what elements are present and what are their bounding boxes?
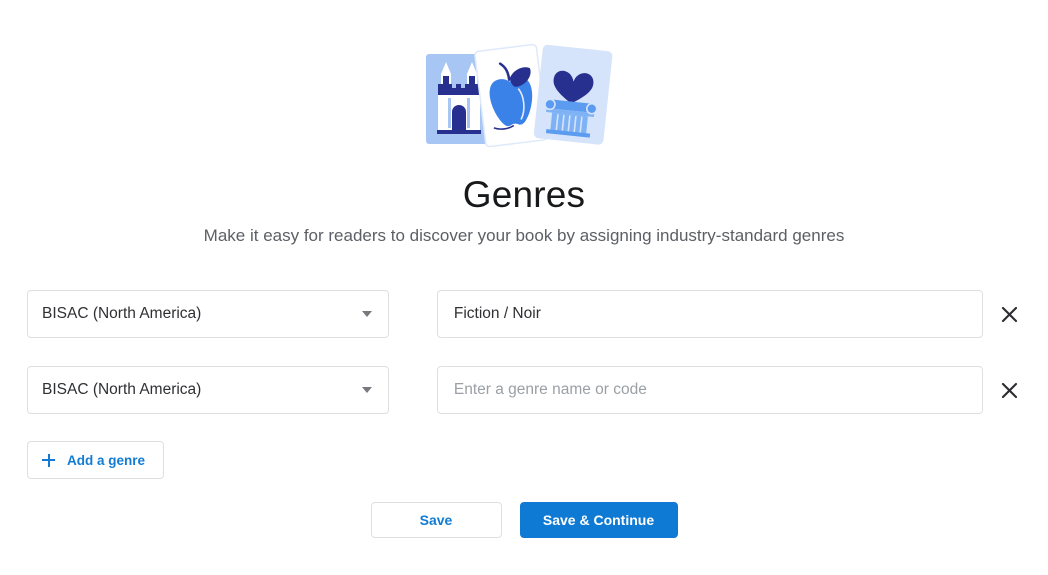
remove-genre-button-2[interactable] (996, 377, 1022, 403)
chevron-down-icon (361, 387, 372, 393)
close-icon (1001, 306, 1017, 322)
save-and-continue-button[interactable]: Save & Continue (519, 502, 678, 538)
genres-page: Genres Make it easy for readers to disco… (0, 0, 1048, 575)
page-subtitle: Make it easy for readers to discover you… (203, 226, 845, 245)
genre-cards-illustration (0, 34, 1048, 154)
genre-input-wrap-1[interactable] (436, 290, 984, 338)
column-heart-card (533, 44, 613, 145)
genre-rows-list: BISAC (North America) BISAC (North Ameri… (27, 290, 1022, 442)
footer-actions: Save Save & Continue (0, 502, 1048, 538)
add-genre-button[interactable]: Add a genre (27, 441, 165, 479)
chevron-down-icon (361, 311, 372, 317)
genre-row: BISAC (North America) (27, 366, 1022, 414)
genre-scheme-select-1[interactable]: BISAC (North America) (27, 290, 389, 338)
remove-genre-button-1[interactable] (996, 301, 1022, 327)
genre-scheme-value: BISAC (North America) (42, 305, 202, 322)
close-icon (1001, 382, 1017, 398)
genre-input-2[interactable] (451, 366, 969, 414)
genre-scheme-select-2[interactable]: BISAC (North America) (27, 366, 389, 414)
add-genre-label: Add a genre (67, 452, 146, 468)
genre-input-wrap-2[interactable] (436, 366, 984, 414)
genre-input-1[interactable] (451, 290, 969, 338)
plus-icon (42, 453, 55, 467)
genre-scheme-value: BISAC (North America) (42, 381, 202, 398)
genre-row: BISAC (North America) (27, 290, 1022, 338)
save-button[interactable]: Save (370, 502, 502, 538)
page-title: Genres (462, 174, 586, 215)
